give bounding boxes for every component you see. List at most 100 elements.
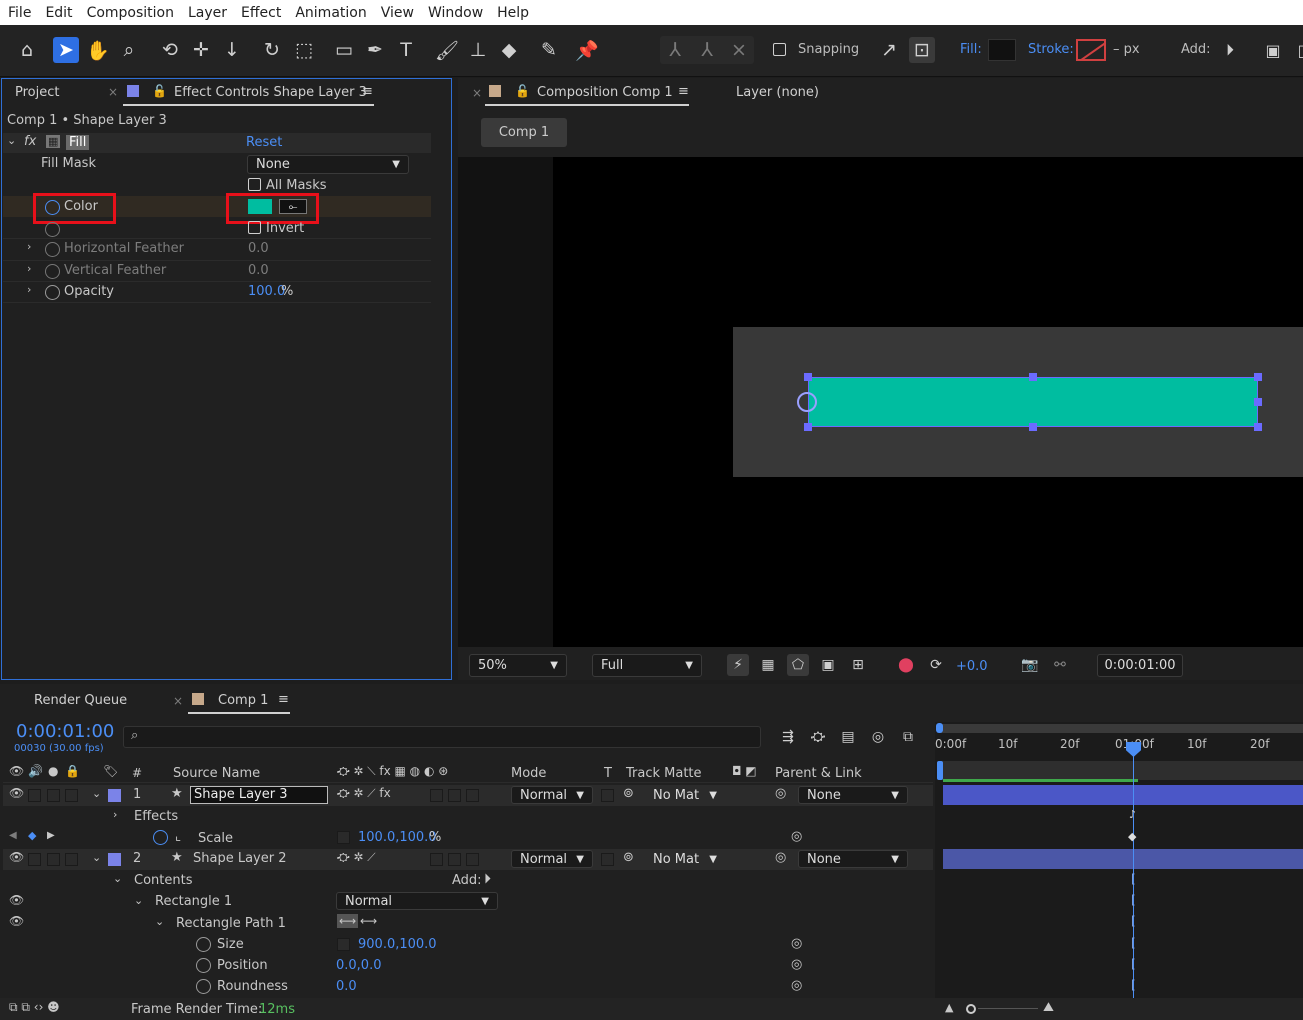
label-color[interactable]: [108, 853, 121, 866]
path-direction-icon[interactable]: ⟷: [337, 914, 359, 928]
menu-composition[interactable]: Composition: [79, 5, 180, 21]
transform-handle[interactable]: [1254, 398, 1262, 406]
all-masks-checkbox[interactable]: [248, 178, 261, 191]
collapse-chevron-icon[interactable]: ⌄: [134, 894, 143, 907]
menu-window[interactable]: Window: [420, 5, 489, 21]
pan-behind-tool-icon[interactable]: ⬚: [291, 37, 317, 63]
collapse-chevron-icon[interactable]: ⌄: [113, 872, 122, 885]
menu-effect[interactable]: Effect: [233, 5, 287, 21]
menu-layer[interactable]: Layer: [180, 5, 233, 21]
zoom-tool-icon[interactable]: ⌕: [116, 37, 142, 63]
snap-edge-icon[interactable]: ↗: [876, 37, 902, 63]
column-source-name[interactable]: Source Name: [173, 766, 260, 781]
fx-icon[interactable]: fx: [24, 134, 36, 149]
tab-effect-controls[interactable]: Effect Controls Shape Layer 3: [174, 85, 367, 100]
menu-file[interactable]: File: [0, 5, 37, 21]
panel-menu-icon[interactable]: ≡: [278, 692, 289, 707]
shy-layers-icon[interactable]: ▤: [836, 726, 860, 748]
stroke-swatch[interactable]: [1076, 39, 1106, 61]
zoom-dropdown[interactable]: 50% ▼: [469, 654, 567, 677]
pen-tool-icon[interactable]: ✒: [362, 37, 388, 63]
resolution-dropdown[interactable]: Full ▼: [592, 654, 702, 677]
exposure-value[interactable]: +0.0: [956, 659, 988, 674]
tab-comp-1[interactable]: Comp 1: [218, 693, 268, 708]
menu-view[interactable]: View: [373, 5, 420, 21]
tab-project[interactable]: Project: [15, 85, 59, 100]
stopwatch-icon[interactable]: [45, 222, 60, 237]
close-tab-icon[interactable]: ×: [173, 694, 183, 708]
layer-1-name[interactable]: Shape Layer 3: [190, 786, 328, 804]
anchor-point-icon[interactable]: [797, 392, 817, 412]
snapping-checkbox[interactable]: [773, 43, 786, 56]
shape-rectangle[interactable]: [808, 377, 1258, 427]
time-navigator[interactable]: [938, 761, 1303, 780]
stopwatch-icon[interactable]: [45, 285, 60, 300]
composition-mini-flowchart-icon[interactable]: ⇶: [776, 726, 800, 748]
expand-chevron-icon[interactable]: ›: [113, 808, 117, 821]
layer-1-mode-dropdown[interactable]: Normal ▼: [511, 786, 593, 804]
stopwatch-icon[interactable]: [45, 264, 60, 279]
viewer-timecode[interactable]: 0:00:01:00: [1097, 654, 1183, 677]
layer-2-name[interactable]: Shape Layer 2: [193, 851, 287, 866]
panel-menu-icon[interactable]: ≡: [678, 84, 689, 99]
audio-toggle[interactable]: [28, 853, 41, 866]
tab-composition[interactable]: Composition Comp 1: [537, 85, 673, 100]
link-toggle[interactable]: [337, 938, 350, 951]
stopwatch-icon[interactable]: [196, 937, 211, 952]
solo-toggle[interactable]: [47, 853, 60, 866]
region-of-interest-icon[interactable]: ▣: [817, 654, 839, 676]
switch-box[interactable]: [430, 789, 443, 802]
pick-whip-icon[interactable]: ◎: [775, 786, 786, 801]
stopwatch-icon[interactable]: [153, 830, 168, 845]
reset-button[interactable]: Reset: [246, 135, 282, 150]
collapse-chevron-icon[interactable]: ⌄: [92, 851, 101, 864]
fx-name[interactable]: Fill: [66, 135, 90, 150]
motion-blur-icon[interactable]: ◎: [866, 726, 890, 748]
prev-keyframe-icon[interactable]: ◀: [9, 830, 17, 841]
lock-icon[interactable]: 🔓: [515, 84, 530, 98]
eye-icon[interactable]: 👁: [9, 893, 24, 907]
effects-label[interactable]: Effects: [134, 809, 178, 824]
position-value[interactable]: 0.0,0.0: [336, 958, 381, 973]
eye-icon[interactable]: 👁: [9, 914, 24, 928]
fill-swatch[interactable]: [988, 39, 1016, 61]
stroke-width[interactable]: – px: [1113, 42, 1140, 57]
layer-1-track-matte-dropdown[interactable]: No Mat ▼: [645, 786, 725, 804]
rectangle-1-mode-dropdown[interactable]: Normal ▼: [336, 892, 498, 910]
preserve-transparency-toggle[interactable]: [601, 853, 614, 866]
workspace-icon[interactable]: ▣: [1260, 37, 1286, 63]
mask-visibility-icon[interactable]: ⬠: [787, 654, 809, 676]
clone-stamp-tool-icon[interactable]: ⊥: [465, 37, 491, 63]
transform-handle[interactable]: [804, 423, 812, 431]
lock-icon[interactable]: 🔓: [152, 84, 167, 98]
rectangle-path-1-label[interactable]: Rectangle Path 1: [176, 916, 286, 931]
switch-box[interactable]: [430, 853, 443, 866]
fill-mask-dropdown[interactable]: None ▼: [247, 155, 409, 174]
brush-tool-icon[interactable]: 🖌: [434, 37, 460, 63]
label-color[interactable]: [108, 789, 121, 802]
work-area-start-handle[interactable]: [936, 723, 943, 733]
transform-handle[interactable]: [1254, 423, 1262, 431]
grid-guides-icon[interactable]: ⊞: [847, 654, 869, 676]
layer-2-switches[interactable]: ⛮ ✲ ⟋: [337, 850, 376, 865]
search-help-icon[interactable]: ▯: [1289, 37, 1303, 63]
layer-2-track-matte-dropdown[interactable]: No Mat ▼: [645, 850, 725, 868]
color-management-icon[interactable]: ⟳: [925, 654, 947, 676]
add-content-icon[interactable]: ⏵: [484, 871, 491, 887]
layer-1-switches[interactable]: ⛮ ✲ ⟋ fx: [337, 786, 391, 801]
navigator-handle[interactable]: [937, 761, 943, 780]
channel-icon[interactable]: ⬤: [895, 654, 917, 676]
eraser-tool-icon[interactable]: ◆: [496, 37, 522, 63]
show-snapshot-icon[interactable]: ⚯: [1049, 654, 1071, 676]
size-value[interactable]: 900.0,100.0: [358, 937, 437, 952]
snap-features-icon[interactable]: ⊡: [909, 37, 935, 63]
path-direction-reverse-icon[interactable]: ⟷: [360, 914, 377, 928]
layer-switches-toggle-icon[interactable]: ⧉ ⧉ ‹› ☻: [9, 1000, 60, 1015]
stopwatch-icon[interactable]: [45, 242, 60, 257]
rectangle-tool-icon[interactable]: ▭: [331, 37, 357, 63]
rotate-tool-icon[interactable]: ↻: [259, 37, 285, 63]
next-keyframe-icon[interactable]: ▶: [47, 830, 55, 841]
snapshot-camera-icon[interactable]: 📷: [1019, 654, 1041, 676]
tab-render-queue[interactable]: Render Queue: [34, 693, 127, 708]
panel-menu-icon[interactable]: ≡: [362, 84, 373, 99]
